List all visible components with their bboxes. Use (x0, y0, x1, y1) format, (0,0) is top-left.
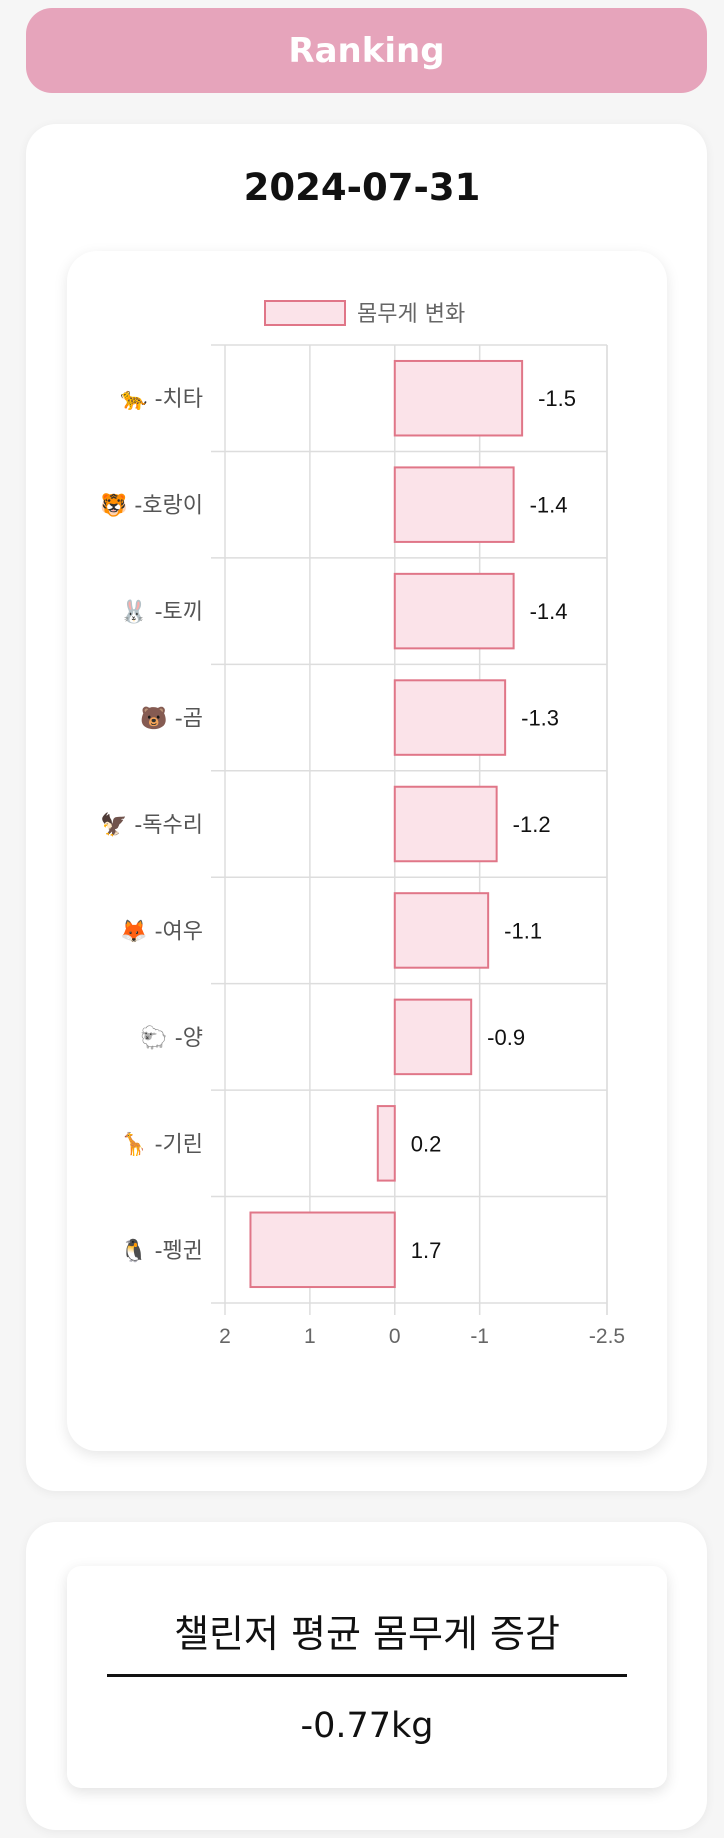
ranking-date: 2024-07-31 (243, 166, 481, 209)
category-label: 🦊 -여우 (120, 918, 203, 944)
category-label: 🐻 -곰 (140, 705, 203, 732)
data-label: -0.9 (487, 1025, 525, 1050)
bar (393, 359, 524, 437)
average-panel: 챌린저 평균 몸무게 증감 -0.77kg (67, 1566, 667, 1788)
bar (376, 1105, 396, 1182)
category-label: 🦒 -기린 (120, 1131, 203, 1157)
average-value: -0.77kg (300, 1706, 434, 1746)
bar (249, 1211, 396, 1289)
data-label: -1.4 (530, 599, 568, 624)
category-label: 🐆 -치타 (120, 387, 203, 412)
average-divider (107, 1674, 627, 1677)
bar (393, 785, 498, 863)
bar (393, 466, 515, 543)
x-tick-label: 2 (219, 1325, 231, 1348)
data-label: -1.2 (513, 812, 551, 837)
x-tick-label: -1 (470, 1325, 489, 1348)
data-label: -1.4 (530, 493, 568, 518)
ranking-title: Ranking (288, 30, 445, 71)
x-tick-label: -2.5 (589, 1325, 625, 1348)
category-label: 🐧 -펭귄 (120, 1238, 203, 1264)
data-label: 1.7 (411, 1238, 442, 1263)
legend-swatch (264, 300, 346, 326)
bar (393, 679, 507, 756)
weight-change-chart-card: 몸무게 변화 2 1 0 -1 -2.5 🐆 -치타 -1.5 🐯 -호랑이 -1.4 🐰 -토끼 -… (67, 251, 667, 1451)
data-label: -1.5 (538, 386, 576, 411)
ranking-header: Ranking (26, 8, 707, 93)
bar (393, 998, 473, 1076)
category-label: 🐰 -토끼 (120, 599, 203, 625)
average-title: 챌린저 평균 몸무게 증감 (174, 1612, 560, 1656)
data-label: 0.2 (411, 1131, 442, 1156)
bar (393, 572, 515, 650)
category-label: 🐯 -호랑이 (100, 492, 203, 519)
bar (393, 892, 490, 969)
category-label: 🦅 -독수리 (100, 811, 203, 838)
category-label: 🐑 -양 (140, 1024, 203, 1051)
data-label: -1.3 (521, 706, 559, 731)
weight-change-chart: 몸무게 변화 2 1 0 -1 -2.5 🐆 -치타 -1.5 🐯 -호랑이 -1.4 🐰 -토끼 -… (100, 300, 625, 1348)
data-label: -1.1 (504, 918, 542, 943)
x-tick-label: 1 (304, 1325, 316, 1348)
legend-label: 몸무게 변화 (357, 302, 465, 327)
x-tick-label: 0 (389, 1325, 401, 1348)
